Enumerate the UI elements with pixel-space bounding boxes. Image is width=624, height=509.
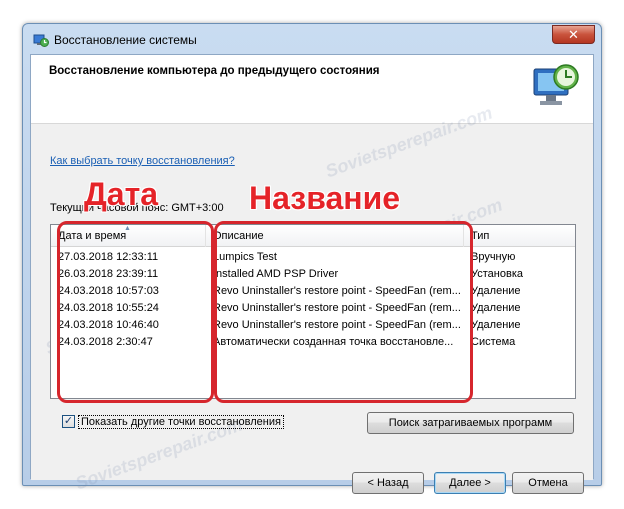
close-icon: ✕ bbox=[568, 27, 579, 42]
annotation-name-label: Название bbox=[248, 179, 401, 217]
back-button[interactable]: < Назад bbox=[352, 472, 424, 494]
scan-affected-programs-button[interactable]: Поиск затрагиваемых программ bbox=[367, 412, 574, 434]
show-more-checkbox[interactable]: ✓ bbox=[62, 415, 75, 428]
highlight-box-date-column bbox=[57, 221, 214, 403]
system-restore-icon bbox=[533, 64, 579, 105]
header-band: Восстановление компьютера до предыдущего… bbox=[31, 55, 593, 121]
cell-type: Вручную bbox=[471, 251, 516, 263]
highlight-box-description-column bbox=[214, 221, 473, 403]
column-header-type[interactable]: Тип bbox=[464, 225, 577, 247]
dialog-client-area: Восстановление компьютера до предыдущего… bbox=[30, 54, 594, 494]
cell-type: Удаление bbox=[471, 319, 521, 331]
dialog-body: Sovietsperepair.com Sovietsperepair.com … bbox=[31, 103, 593, 494]
cell-type: Удаление bbox=[471, 285, 521, 297]
show-more-label[interactable]: Показать другие точки восстановления bbox=[78, 415, 284, 429]
cancel-button[interactable]: Отмена bbox=[512, 472, 584, 494]
cell-type: Удаление bbox=[471, 302, 521, 314]
close-button[interactable]: ✕ bbox=[552, 25, 595, 44]
next-button[interactable]: Далее > bbox=[434, 472, 506, 494]
system-restore-icon bbox=[33, 34, 49, 47]
help-link[interactable]: Как выбрать точку восстановления? bbox=[50, 155, 235, 167]
system-restore-window: Восстановление системы ✕ Восстановление … bbox=[22, 23, 602, 494]
cell-type: Установка bbox=[471, 268, 523, 280]
title-bar[interactable]: Восстановление системы ✕ bbox=[23, 24, 601, 54]
window-title: Восстановление системы bbox=[54, 33, 197, 47]
annotation-date-label: Дата bbox=[83, 175, 159, 213]
cell-type: Система bbox=[471, 336, 516, 348]
checkmark-icon: ✓ bbox=[63, 415, 74, 427]
page-title: Восстановление компьютера до предыдущего… bbox=[49, 65, 380, 77]
column-header-label: Тип bbox=[471, 230, 490, 242]
